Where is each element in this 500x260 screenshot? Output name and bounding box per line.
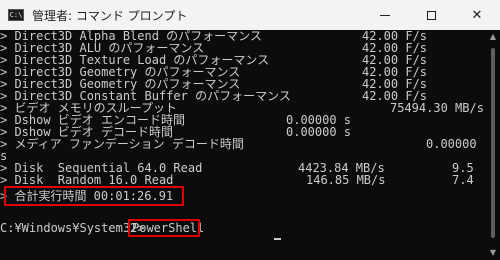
prompt-line[interactable]: C:¥Windows¥System32> PowerShell: [0, 222, 204, 234]
title-bar[interactable]: C:\ 管理者: コマンド プロンプト ✕: [0, 0, 500, 30]
output-value: 146.85 MB/s: [306, 173, 386, 187]
scroll-down-arrow-icon[interactable]: ▼: [486, 246, 500, 260]
window-title: 管理者: コマンド プロンプト: [32, 8, 188, 23]
cmd-app-icon[interactable]: C:\: [8, 9, 24, 21]
vertical-scrollbar[interactable]: ▲ ▼: [486, 30, 500, 260]
scroll-up-arrow-icon[interactable]: ▲: [486, 30, 500, 44]
total-time-highlight: [4, 186, 184, 206]
output-label: > Disk Random 16.0 Read: [0, 173, 174, 187]
output-value: 0.00000: [426, 137, 477, 151]
prompt-path: C:¥Windows¥System32>: [0, 221, 145, 235]
scroll-thumb[interactable]: [491, 48, 495, 238]
console-output[interactable]: > Direct3D Alpha Blend のパフォーマンス 42.00 F/…: [0, 30, 486, 260]
maximize-icon: [426, 10, 436, 20]
output-value: 0.00000 s: [286, 125, 352, 139]
maximize-button[interactable]: [408, 0, 454, 30]
close-button[interactable]: ✕: [454, 0, 500, 30]
minimize-icon: [380, 14, 390, 16]
close-icon: ✕: [471, 7, 483, 23]
output-value-2: 7.4: [452, 173, 474, 187]
command-prompt-window: C:\ 管理者: コマンド プロンプト ✕ > Direct3D Alpha B…: [0, 0, 500, 260]
minimize-button[interactable]: [362, 0, 408, 30]
output-label: > メディア ファンデーション デコード時間: [0, 137, 244, 151]
text-cursor: [274, 238, 281, 240]
output-line: > Disk Random 16.0 Read 146.85 MB/s 7.4: [0, 174, 474, 186]
output-value: 75494.30 MB/s: [390, 101, 484, 115]
command-highlight: [128, 219, 200, 237]
